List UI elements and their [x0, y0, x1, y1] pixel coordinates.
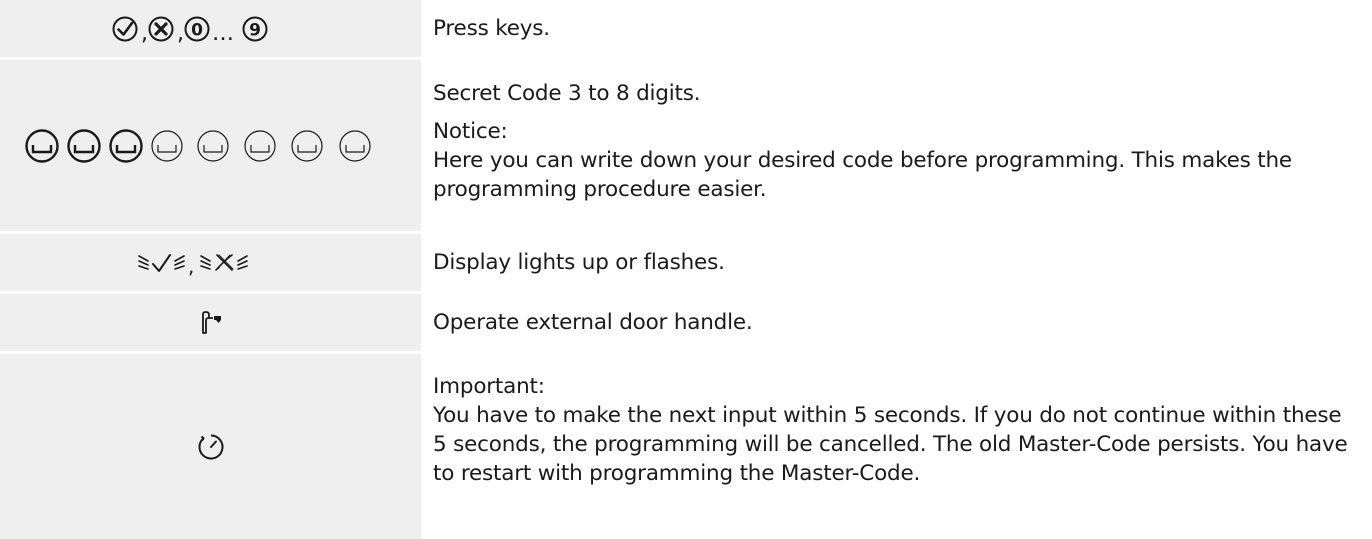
optional-digit-field-icon: [196, 129, 229, 162]
check-key-icon: [112, 16, 137, 41]
digit-zero: 0: [191, 20, 203, 40]
symbol-cell: [0, 354, 421, 539]
notice-label: Notice:: [433, 119, 508, 144]
description-cell: Secret Code 3 to 8 digits. Notice: Here …: [433, 60, 1372, 231]
notice-text: Here you can write down your desired cod…: [433, 148, 1292, 202]
clock-icon: [198, 434, 223, 459]
optional-digit-field-icon: [338, 129, 371, 162]
check-display-lit-icon: [137, 253, 185, 272]
keys-description: Press keys.: [433, 16, 550, 41]
secret-code-description: Secret Code 3 to 8 digits.: [433, 81, 701, 106]
key-separator: ,: [141, 21, 148, 46]
description-cell: Operate external door handle.: [433, 294, 1372, 351]
door-handle-icon: [201, 310, 221, 334]
legend-row-timer: Important: You have to make the next inp…: [0, 354, 1372, 539]
legend-row-display: , Display lights up or flashes.: [0, 234, 1372, 291]
display-description: Display lights up or flashes.: [433, 250, 725, 275]
description-cell: Important: You have to make the next inp…: [433, 354, 1372, 539]
code-digit-fields-icon: [24, 128, 371, 163]
digit-nine-key-icon: 9: [242, 16, 267, 41]
required-digit-field-icon: [108, 128, 143, 163]
symbol-cell: ,: [0, 234, 421, 291]
optional-digit-field-icon: [243, 129, 276, 162]
cross-display-lit-icon: [199, 253, 248, 271]
important-text: You have to make the next input within 5…: [433, 403, 1348, 486]
display-separator: ,: [188, 254, 194, 278]
required-digit-field-icon: [66, 128, 101, 163]
optional-digit-field-icon: [290, 129, 323, 162]
key-ellipsis: …: [212, 21, 234, 46]
symbol-cell: [0, 294, 421, 351]
digit-zero-key-icon: 0: [184, 16, 209, 41]
keys-icon: , , 0 … 9: [112, 16, 267, 46]
display-lights-icon: ,: [137, 253, 248, 278]
symbol-cell: , , 0 … 9: [0, 0, 421, 57]
description-cell: Display lights up or flashes.: [433, 234, 1372, 291]
important-label: Important:: [433, 374, 545, 399]
optional-digit-field-icon: [150, 129, 183, 162]
key-separator: ,: [177, 21, 184, 46]
legend-row-keys: , , 0 … 9 Press keys.: [0, 0, 1372, 57]
door-handle-description: Operate external door handle.: [433, 310, 753, 335]
symbol-cell: [0, 60, 421, 231]
description-cell: Press keys.: [433, 0, 1372, 57]
digit-nine: 9: [249, 20, 261, 40]
symbol-legend-table: , , 0 … 9 Press keys. Secret Code 3 to 8…: [0, 0, 1372, 539]
legend-row-secret-code: Secret Code 3 to 8 digits. Notice: Here …: [0, 60, 1372, 231]
required-digit-field-icon: [24, 128, 59, 163]
legend-row-door-handle: Operate external door handle.: [0, 294, 1372, 351]
cross-key-icon: [148, 16, 173, 41]
